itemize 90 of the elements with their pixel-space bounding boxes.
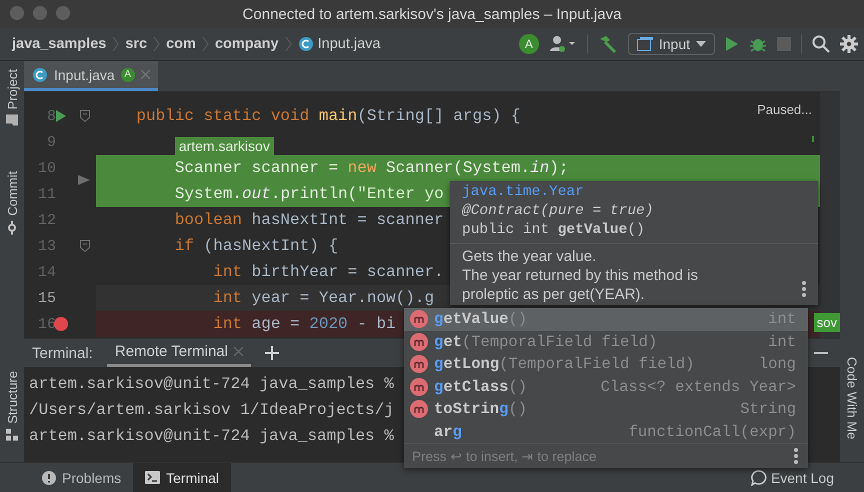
change-marker <box>812 136 814 142</box>
search-icon[interactable] <box>812 35 830 53</box>
chevron-icon <box>202 36 209 52</box>
method-icon <box>410 400 428 418</box>
code-line: Scanner scanner = new Scanner(System.in); <box>174 159 568 177</box>
editor-tab[interactable]: Input.java A <box>24 61 158 91</box>
commit-icon <box>6 221 18 236</box>
tool-window-button[interactable]: Commit <box>4 171 20 236</box>
run-icon[interactable] <box>56 110 66 122</box>
method-icon <box>410 310 428 328</box>
zoom-button[interactable] <box>56 6 70 20</box>
code-line: int age = 2020 - bi <box>213 315 396 333</box>
line-number: 14 <box>36 264 56 280</box>
tool-tab[interactable]: Terminal <box>133 463 232 492</box>
line-number: 8 <box>46 108 56 124</box>
folder-icon <box>6 114 18 126</box>
breadcrumb[interactable]: Input.java <box>298 36 380 52</box>
chevron-icon <box>153 36 160 52</box>
more-icon[interactable] <box>802 281 806 297</box>
description-text: proleptic as per get(YEAR). <box>462 285 645 304</box>
terminal-tab[interactable]: Remote Terminal <box>106 339 251 367</box>
close-icon[interactable] <box>234 347 243 356</box>
more-icon[interactable] <box>794 448 798 464</box>
description-text: The year returned by this method is <box>462 266 698 285</box>
users-icon[interactable] <box>548 35 577 53</box>
line-number: 11 <box>36 186 56 202</box>
chevron-icon <box>112 36 120 52</box>
breadcrumb[interactable]: com <box>166 36 196 52</box>
settings-icon[interactable] <box>840 35 858 53</box>
code-line: int birthYear = scanner. <box>213 263 444 281</box>
method-icon <box>410 355 428 374</box>
terminal-line: artem.sarkisov@unit-724 java_samples % <box>29 374 394 395</box>
completion-item[interactable]: arg functionCall(expr) <box>404 420 808 444</box>
tool-window-button[interactable]: Project <box>4 69 20 126</box>
fold-icon[interactable] <box>80 240 90 252</box>
breadcrumb[interactable]: company <box>214 36 279 52</box>
close-button[interactable] <box>10 6 24 20</box>
user-badge: A <box>120 68 135 82</box>
user-avatar[interactable]: A <box>518 34 539 54</box>
terminal-icon <box>145 471 160 484</box>
code-line: int year = Year.now().g <box>213 289 434 307</box>
terminal-line: artem.sarkisov@unit-724 java_samples % <box>29 426 394 447</box>
hammer-icon[interactable] <box>598 35 618 53</box>
code-line: public static void main(String[] args) { <box>136 107 520 125</box>
window-title: Connected to artem.sarkisov's java_samples – Input.java <box>242 6 622 22</box>
speech-bubble-icon <box>750 470 767 486</box>
line-number: 9 <box>46 134 56 150</box>
method-icon <box>410 378 428 396</box>
breakpoint-icon[interactable] <box>54 317 68 331</box>
minimize-button[interactable] <box>33 6 47 20</box>
tool-window-button[interactable]: Structure <box>4 371 20 441</box>
author-label: sov <box>814 313 840 332</box>
add-icon[interactable] <box>264 346 279 360</box>
tool-tab[interactable]: Problems <box>30 463 134 492</box>
structure-icon <box>6 429 18 441</box>
code-line: if (hasNextInt) { <box>174 237 338 255</box>
line-number: 16 <box>36 316 56 332</box>
run-icon[interactable] <box>725 36 739 52</box>
line-number: 12 <box>36 212 56 228</box>
completion-item[interactable]: toString() String <box>404 398 808 421</box>
completion-item[interactable]: getLong(TemporalField field) long <box>404 353 808 376</box>
author-label: artem.sarkisov <box>174 137 274 155</box>
description-text: Gets the year value. <box>462 247 596 266</box>
code-line: System.out.println("Enter yo <box>174 185 444 203</box>
method-signature: public int getValue() <box>462 221 645 240</box>
completion-item[interactable]: get(TemporalField field) int <box>404 330 808 354</box>
close-icon[interactable] <box>140 70 150 79</box>
line-number: 15 <box>36 290 56 306</box>
debug-status: Paused... <box>757 102 812 117</box>
annotation-text: @Contract(pure = true) <box>462 202 654 221</box>
class-file-icon <box>32 66 48 82</box>
line-number: 13 <box>36 238 56 254</box>
event-log-button[interactable]: Event Log <box>744 468 840 486</box>
class-link[interactable]: java.time.Year <box>462 183 584 202</box>
fold-icon[interactable] <box>80 110 90 122</box>
method-icon <box>410 332 428 351</box>
caret-icon <box>696 41 706 47</box>
window-icon <box>636 37 653 51</box>
run-configuration-dropdown[interactable]: Input <box>628 33 715 55</box>
line-number: 10 <box>36 160 56 176</box>
panel-title: Terminal: <box>32 344 93 362</box>
completion-item[interactable]: getClass() Class<? extends Year> <box>404 376 808 398</box>
warning-icon <box>42 470 56 484</box>
breadcrumb[interactable]: src <box>125 36 148 52</box>
terminal-line: /Users/artem.sarkisov 1/IdeaProjects/j <box>29 400 394 421</box>
chevron-icon <box>284 36 292 52</box>
tool-window-button[interactable]: Code With Me <box>844 357 860 440</box>
code-line: boolean hasNextInt = scanner <box>174 211 444 229</box>
breadcrumb[interactable]: java_samples <box>12 36 106 52</box>
class-file-icon <box>298 36 314 52</box>
